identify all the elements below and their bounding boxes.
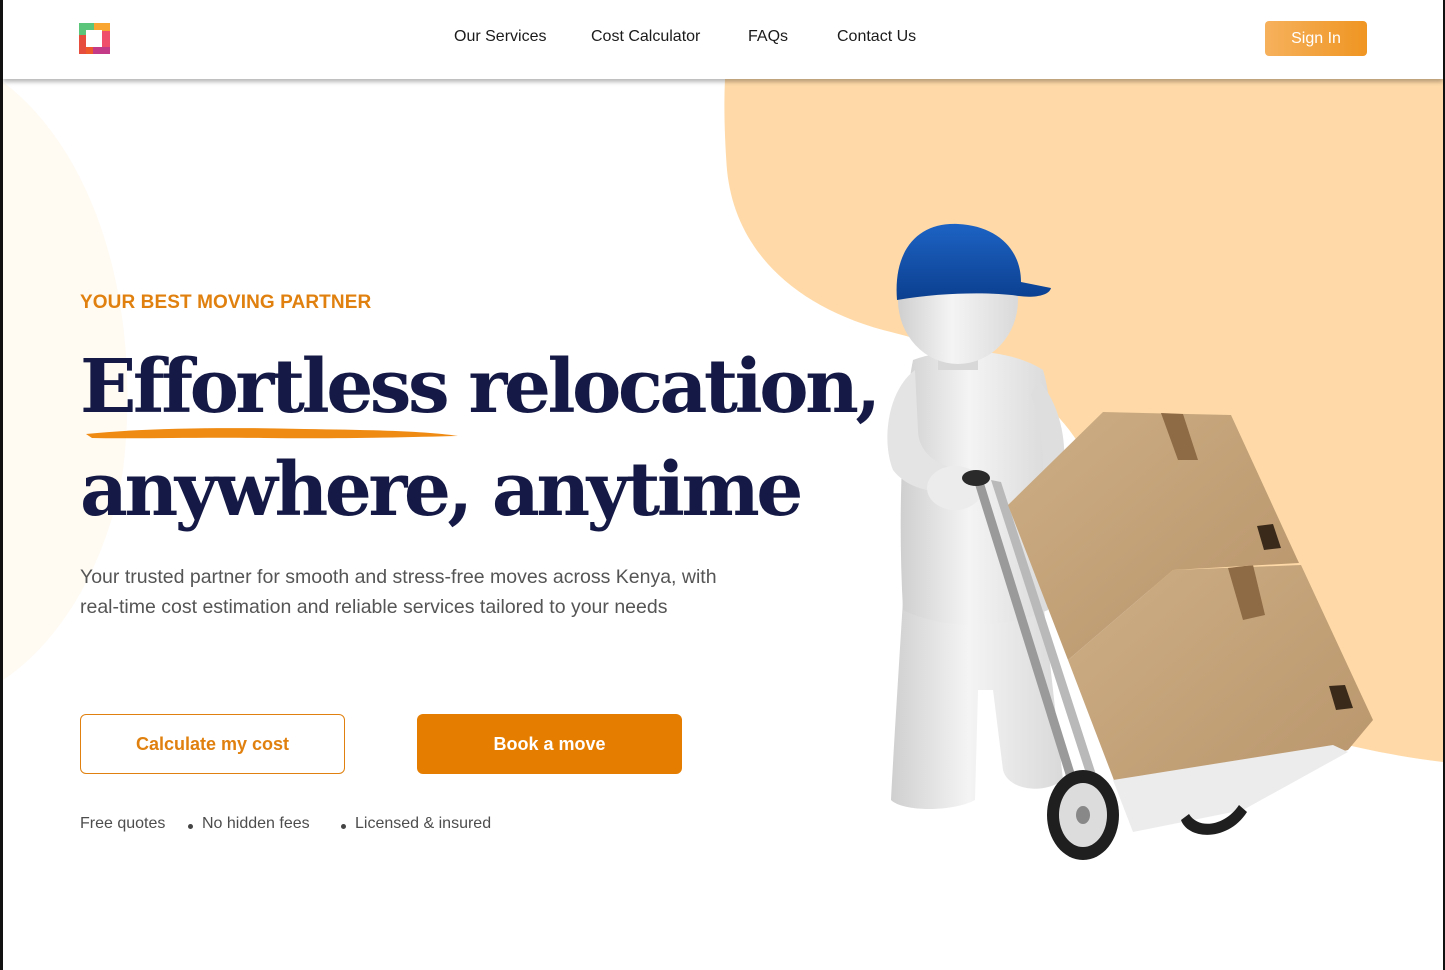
bullet-dot-icon: [188, 824, 193, 829]
hero-eyebrow: YOUR BEST MOVING PARTNER: [80, 292, 372, 313]
bullet-dot-icon: [341, 824, 346, 829]
hero-description: Your trusted partner for smooth and stre…: [80, 566, 717, 618]
nav-our-services[interactable]: Our Services: [454, 28, 546, 46]
perk-free-quotes: Free quotes: [80, 815, 166, 832]
perk-no-hidden-fees: No hidden fees: [202, 815, 310, 832]
headline-line-2: anywhere, anytime: [80, 447, 803, 533]
top-navbar: Our Services Cost Calculator FAQs Contac…: [3, 0, 1443, 79]
book-move-button[interactable]: Book a move: [417, 714, 682, 774]
nav-cost-calculator[interactable]: Cost Calculator: [591, 28, 700, 46]
sign-in-button[interactable]: Sign In: [1265, 21, 1367, 56]
hero-headline: Effortless relocation, anywhere, anytime: [80, 336, 900, 542]
figure-legs: [891, 600, 1063, 809]
nav-contact-us[interactable]: Contact Us: [837, 28, 916, 46]
cap-icon: [896, 223, 1051, 300]
mover-with-hand-truck-illustration: [887, 223, 1373, 860]
calculate-cost-button[interactable]: Calculate my cost: [80, 714, 345, 774]
nav-faqs[interactable]: FAQs: [748, 28, 788, 46]
perk-licensed-insured: Licensed & insured: [355, 815, 492, 832]
page: Our Services Cost Calculator FAQs Contac…: [0, 0, 1445, 970]
headline-line-1: Effortless relocation,: [80, 344, 881, 430]
main-nav: Our Services Cost Calculator FAQs Contac…: [3, 28, 1443, 50]
